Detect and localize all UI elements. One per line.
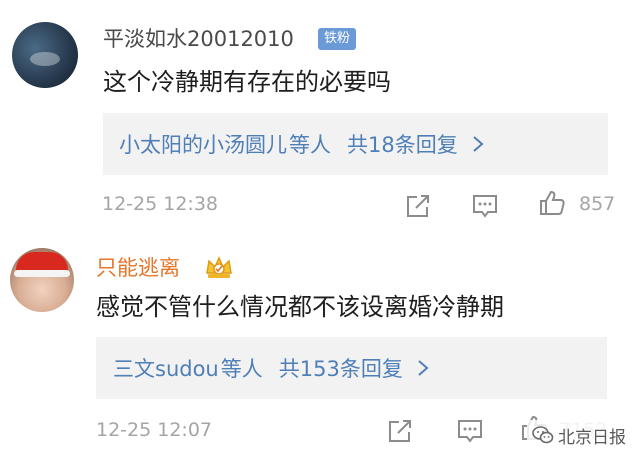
comment-text: 这个冷静期有存在的必要吗 — [103, 68, 391, 96]
username[interactable]: 平淡如水20012010 — [103, 26, 294, 52]
wechat-logo-icon — [532, 426, 554, 444]
fan-badge: 铁粉 — [318, 28, 357, 50]
watermark-text: 北京日报 — [558, 427, 626, 448]
chevron-right-icon — [473, 136, 484, 152]
watermark: 北京日报 — [527, 420, 630, 450]
timestamp: 12-25 12:38 — [102, 193, 219, 215]
crown-icon — [206, 256, 232, 278]
avatar-highlight — [30, 52, 60, 66]
timestamp: 12-25 12:07 — [96, 419, 213, 441]
chevron-right-icon — [418, 360, 429, 376]
comment-text: 感觉不管什么情况都不该设离婚冷静期 — [96, 293, 504, 321]
replies-count: 共18条回复 — [347, 133, 458, 157]
like-icon[interactable] — [538, 189, 566, 217]
comment-icon[interactable] — [471, 192, 499, 220]
replies-suffix: 等人 — [289, 133, 331, 157]
replies-summary[interactable]: 三文sudou 等人 共153条回复 — [96, 337, 607, 399]
replies-count: 共153条回复 — [278, 357, 403, 381]
santa-hat-rim — [14, 270, 70, 277]
share-icon[interactable] — [386, 417, 414, 445]
like-count: 857 — [579, 193, 616, 215]
replies-names: 三文sudou — [113, 357, 219, 381]
replies-summary[interactable]: 小太阳的小汤圆儿 等人 共18条回复 — [103, 113, 608, 175]
avatar[interactable] — [12, 22, 78, 88]
avatar[interactable] — [10, 248, 74, 312]
comment-item: 平淡如水20012010 铁粉 这个冷静期有存在的必要吗 小太阳的小汤圆儿 等人 … — [0, 0, 640, 230]
replies-names: 小太阳的小汤圆儿 — [119, 133, 287, 157]
username[interactable]: 只能逃离 — [96, 255, 180, 281]
share-icon[interactable] — [404, 192, 432, 220]
replies-suffix: 等人 — [220, 357, 263, 381]
comment-icon[interactable] — [456, 417, 484, 445]
